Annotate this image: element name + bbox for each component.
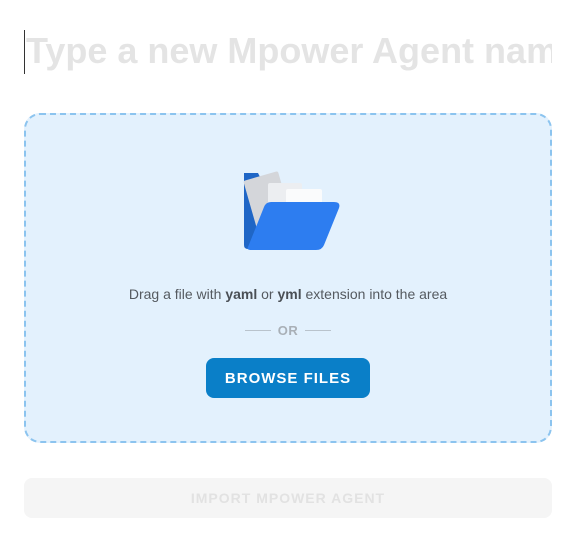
or-separator: OR [26, 322, 550, 338]
agent-name-input[interactable] [24, 26, 552, 76]
agent-name-field[interactable] [24, 26, 552, 76]
drop-instructions: Drag a file with yaml or yml extension i… [26, 286, 550, 302]
import-agent-panel: Drag a file with yaml or yml extension i… [0, 0, 562, 541]
import-agent-button[interactable]: IMPORT MPOWER AGENT [24, 478, 552, 518]
file-dropzone[interactable]: Drag a file with yaml or yml extension i… [24, 113, 552, 443]
separator-line-left [244, 329, 271, 331]
folder-icon [238, 171, 342, 255]
or-label: OR [277, 322, 299, 338]
separator-line-right [305, 329, 332, 331]
drop-text-prefix: Drag a file with [128, 286, 226, 302]
extension-yaml: yaml [225, 286, 258, 302]
extension-yml: yml [277, 286, 302, 302]
drop-text-suffix: extension into the area [301, 286, 448, 302]
browse-files-button[interactable]: BROWSE FILES [206, 358, 370, 398]
drop-text-or: or [257, 286, 278, 302]
